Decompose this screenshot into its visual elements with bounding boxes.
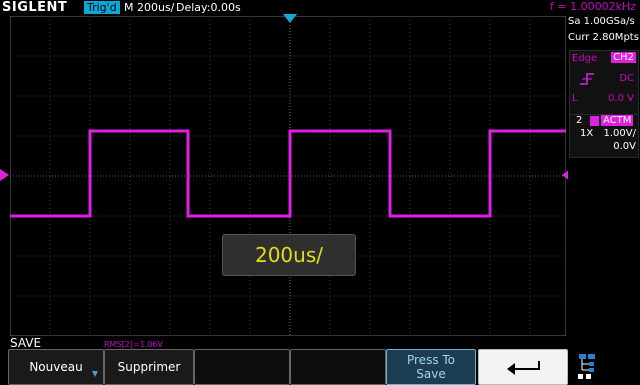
- triangle-right-icon[interactable]: [0, 169, 10, 181]
- press-to-save-button[interactable]: Press To Save: [386, 349, 476, 385]
- return-arrow-icon: [507, 361, 540, 375]
- memory-depth: Curr 2.80Mpts: [568, 32, 639, 43]
- press-to-save-line1: Press To: [406, 353, 456, 367]
- frequency-readout: f = 1.00002kHz: [550, 0, 636, 13]
- waveform-display[interactable]: [10, 16, 566, 336]
- trigger-source-badge: CH2: [611, 52, 636, 63]
- probe-attenuation: 1X: [580, 128, 594, 139]
- bandwidth-limit-icon: [590, 116, 599, 126]
- trigger-info[interactable]: Edge CH2 DC L 0.0 V: [569, 50, 639, 124]
- channel-number: 2: [576, 115, 583, 126]
- trigger-status-badge: Trig'd: [84, 1, 120, 14]
- triangle-down-icon: [283, 14, 297, 23]
- trigger-coupling: DC: [619, 73, 634, 84]
- brand-logo: SIGLENT: [2, 0, 68, 15]
- rms-measurement: RMS[2]=1.06V: [104, 340, 163, 349]
- trigger-level: 0.0 V: [608, 93, 634, 104]
- sample-rate: Sa 1.00GSa/s: [568, 16, 635, 27]
- status-bar: SIGLENT Trig'd M 200us/ Delay:0.00s f = …: [0, 0, 640, 16]
- menu-title: SAVE: [10, 336, 42, 350]
- vertical-scale: 1.00V/: [603, 128, 636, 139]
- delete-button[interactable]: Supprimer: [104, 349, 194, 385]
- trigger-level-label: L: [572, 93, 578, 104]
- channel-mode-badge: ACTM: [601, 115, 634, 126]
- blue-down-arrow-icon: [92, 371, 98, 377]
- trigger-type: Edge: [572, 53, 598, 64]
- info-panel: Sa 1.00GSa/s Curr 2.80Mpts Edge CH2 DC L…: [568, 16, 640, 336]
- empty-softkey-4[interactable]: [290, 349, 386, 385]
- empty-softkey-3[interactable]: [194, 349, 290, 385]
- new-button[interactable]: Nouveau: [8, 349, 104, 385]
- vertical-offset: 0.0V: [613, 141, 636, 152]
- press-to-save-line2: Save: [416, 367, 446, 381]
- channel-info[interactable]: 2 ACTM 1X 1.00V/ 0.0V: [569, 114, 639, 158]
- new-button-label: Nouveau: [29, 360, 83, 374]
- timebase-overlay: 200us/: [222, 234, 356, 276]
- timebase-readout: M 200us/: [124, 1, 175, 14]
- usb-tree-icon: [578, 354, 595, 379]
- delay-readout: Delay:0.00s: [176, 1, 241, 14]
- back-button[interactable]: [478, 349, 568, 385]
- delete-button-label: Supprimer: [117, 360, 181, 374]
- rising-edge-icon: [580, 73, 594, 85]
